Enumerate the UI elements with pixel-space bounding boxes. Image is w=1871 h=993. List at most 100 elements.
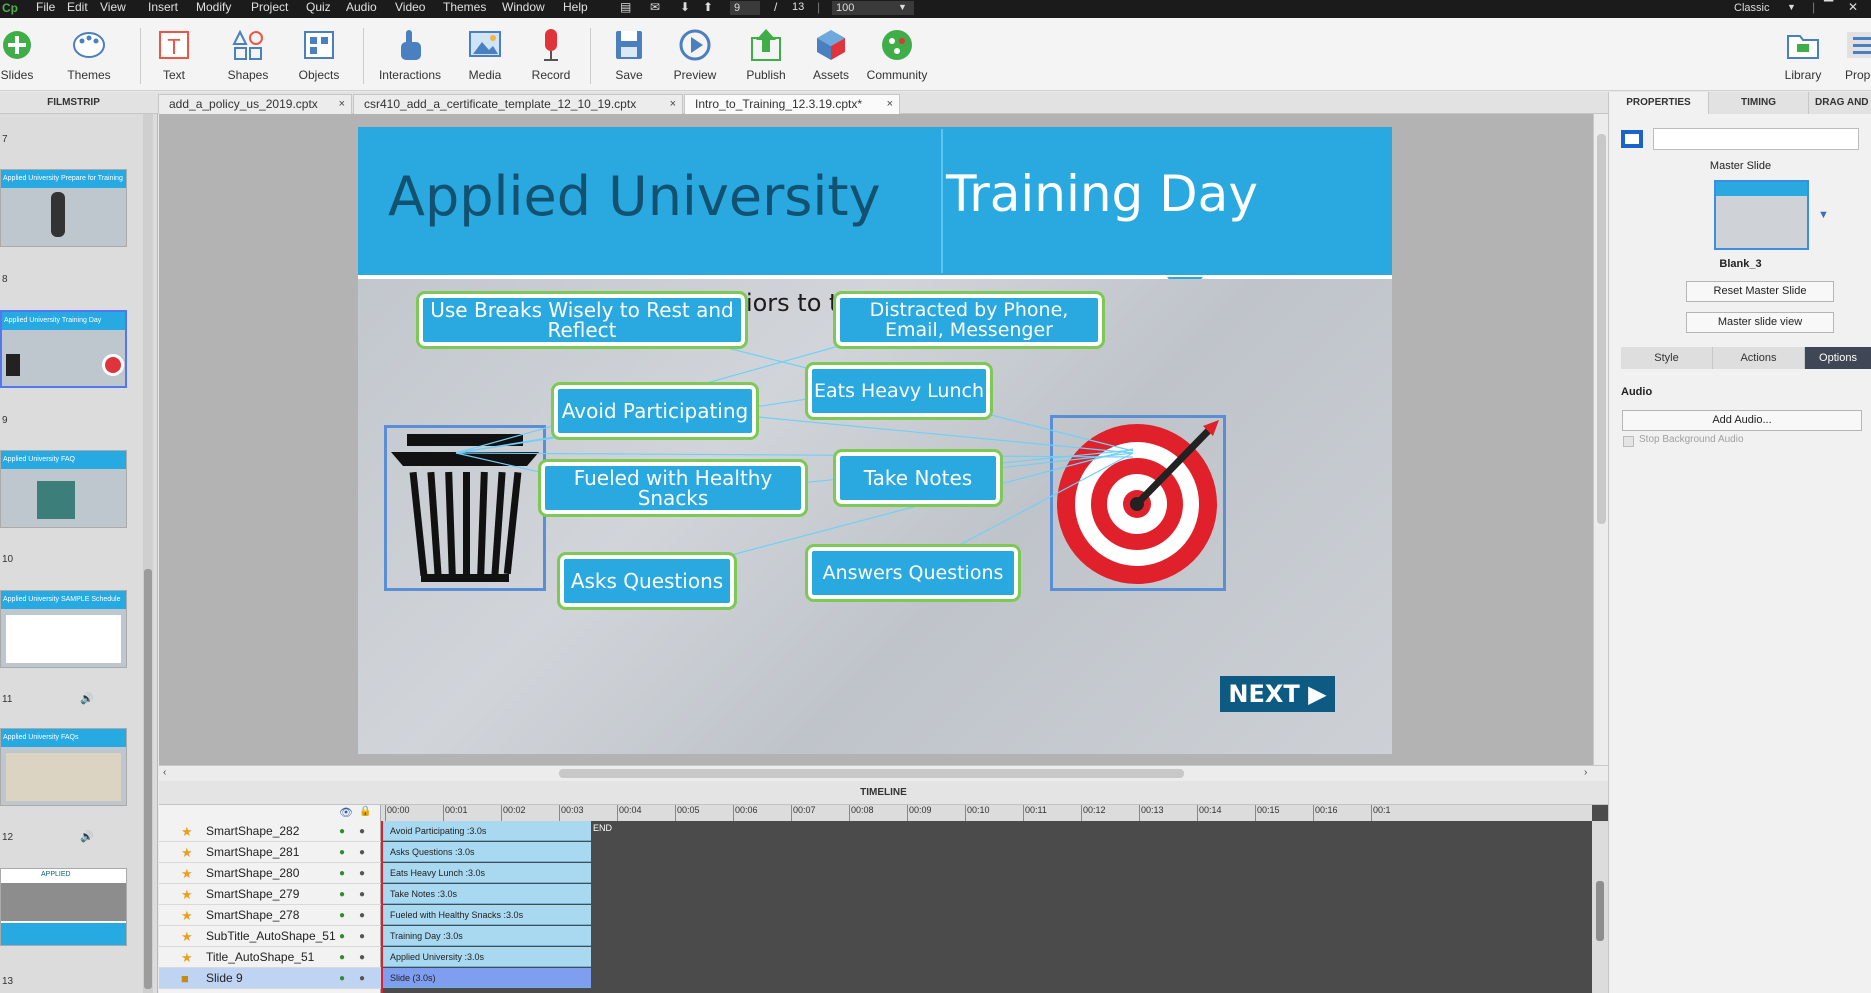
- lock-dot[interactable]: ●: [359, 821, 365, 842]
- scroll-thumb[interactable]: [1597, 134, 1606, 524]
- add-audio-button[interactable]: Add Audio...: [1622, 410, 1862, 431]
- menu-edit[interactable]: Edit: [67, 0, 88, 14]
- down-arrow-icon[interactable]: ⬇: [680, 0, 690, 14]
- shapes-button[interactable]: Shapes: [213, 26, 283, 82]
- timeline-bar[interactable]: Take Notes :3.0s: [381, 884, 591, 904]
- visibility-dot[interactable]: ●: [339, 947, 345, 968]
- stop-bg-audio-checkbox[interactable]: [1623, 436, 1634, 447]
- visibility-dot[interactable]: ●: [339, 884, 345, 905]
- menu-video[interactable]: Video: [395, 0, 425, 14]
- layer-row[interactable]: ★ SubTitle_AutoShape_51 ● ●: [159, 926, 381, 947]
- subtab-style[interactable]: Style: [1621, 347, 1713, 369]
- lock-dot[interactable]: ●: [359, 926, 365, 947]
- drag-item-healthy-snacks[interactable]: Fueled with Healthy Snacks: [538, 459, 808, 517]
- menu-project[interactable]: Project: [251, 0, 288, 14]
- layer-row-selected[interactable]: ■ Slide 9 ● ●: [159, 968, 381, 989]
- close-window-icon[interactable]: ✕: [1848, 0, 1858, 14]
- menu-window[interactable]: Window: [502, 0, 545, 14]
- text-button[interactable]: T Text: [139, 26, 209, 82]
- layer-row[interactable]: ★ SmartShape_282 ● ●: [159, 821, 381, 842]
- lock-icon[interactable]: 🔒: [359, 806, 371, 817]
- themes-button[interactable]: Themes: [54, 26, 124, 82]
- slide-thumbnail-11[interactable]: Applied University SAMPLE Schedule: [0, 590, 127, 668]
- timeline-bar[interactable]: Applied University :3.0s: [381, 947, 591, 967]
- stage-vertical-scrollbar[interactable]: [1593, 114, 1608, 765]
- close-tab-icon[interactable]: ×: [887, 95, 893, 114]
- timeline-bar[interactable]: Training Day :3.0s: [381, 926, 591, 946]
- menu-insert[interactable]: Insert: [148, 0, 178, 14]
- playhead[interactable]: [381, 821, 383, 993]
- scroll-thumb[interactable]: [144, 569, 152, 989]
- drag-item-take-notes[interactable]: Take Notes: [833, 449, 1003, 507]
- scroll-right-icon[interactable]: ›: [1584, 767, 1587, 778]
- objects-button[interactable]: Objects: [284, 26, 354, 82]
- timeline-bar[interactable]: Asks Questions :3.0s: [381, 842, 591, 862]
- visibility-eye-icon[interactable]: 👁: [339, 806, 353, 819]
- drag-item-eats-lunch[interactable]: Eats Heavy Lunch: [805, 362, 993, 420]
- slide-name-input[interactable]: [1653, 128, 1859, 150]
- drag-item-asks-questions[interactable]: Asks Questions: [557, 552, 737, 610]
- slides-button[interactable]: Slides: [0, 26, 52, 82]
- menu-view[interactable]: View: [100, 0, 126, 14]
- layer-row[interactable]: ★ SmartShape_280 ● ●: [159, 863, 381, 884]
- master-slide-view-button[interactable]: Master slide view: [1686, 312, 1834, 333]
- menu-modify[interactable]: Modify: [196, 0, 231, 14]
- timeline-ruler[interactable]: 00:00 00:01 00:02 00:03 00:04 00:05 00:0…: [381, 805, 1592, 821]
- master-slide-thumbnail[interactable]: [1714, 180, 1809, 250]
- layer-row[interactable]: ★ SmartShape_279 ● ●: [159, 884, 381, 905]
- record-button[interactable]: Record: [516, 26, 586, 82]
- lock-dot[interactable]: ●: [359, 863, 365, 884]
- timeline-bar[interactable]: Fueled with Healthy Snacks :3.0s: [381, 905, 591, 925]
- interactions-button[interactable]: Interactions: [375, 26, 445, 82]
- comment-icon[interactable]: ▤: [620, 0, 631, 14]
- timeline-bar[interactable]: Eats Heavy Lunch :3.0s: [381, 863, 591, 883]
- timeline-scrollbar[interactable]: [1592, 821, 1608, 993]
- stage-horizontal-scrollbar[interactable]: ‹ ›: [159, 765, 1608, 781]
- filmstrip-scrollbar[interactable]: [143, 114, 153, 993]
- scroll-left-icon[interactable]: ‹: [163, 767, 166, 778]
- drag-item-answers-questions[interactable]: Answers Questions: [805, 544, 1021, 602]
- reset-master-slide-button[interactable]: Reset Master Slide: [1686, 281, 1834, 302]
- drag-item-avoid-participating[interactable]: Avoid Participating: [551, 382, 759, 440]
- visibility-dot[interactable]: ●: [339, 968, 345, 989]
- save-button[interactable]: Save: [594, 26, 664, 82]
- preview-button[interactable]: Preview: [660, 26, 730, 82]
- drag-item-distracted[interactable]: Distracted by Phone, Email, Messenger: [833, 291, 1105, 349]
- tab-properties[interactable]: PROPERTIES: [1609, 92, 1709, 114]
- doc-tab-policy[interactable]: add_a_policy_us_2019.cptx ×: [158, 94, 352, 114]
- menu-audio[interactable]: Audio: [346, 0, 377, 14]
- mode-caret-icon[interactable]: ▼: [1787, 0, 1796, 14]
- media-button[interactable]: Media: [450, 26, 520, 82]
- slide-thumbnail-8[interactable]: Applied University Prepare for Training: [0, 169, 127, 247]
- timeline-bar[interactable]: Avoid Participating :3.0s: [381, 821, 591, 841]
- master-dropdown-icon[interactable]: ▼: [1818, 209, 1829, 221]
- lock-dot[interactable]: ●: [359, 947, 365, 968]
- menu-file[interactable]: File: [36, 0, 55, 14]
- properties-button[interactable]: Prope: [1826, 26, 1871, 82]
- visibility-dot[interactable]: ●: [339, 905, 345, 926]
- visibility-dot[interactable]: ●: [339, 842, 345, 863]
- doc-tab-intro-training[interactable]: Intro_to_Training_12.3.19.cptx* ×: [684, 94, 900, 114]
- visibility-dot[interactable]: ●: [339, 926, 345, 947]
- scroll-thumb[interactable]: [559, 769, 1184, 778]
- close-tab-icon[interactable]: ×: [339, 95, 345, 114]
- minimize-icon[interactable]: ▔: [1824, 0, 1833, 14]
- assets-button[interactable]: Assets: [796, 26, 866, 82]
- subtab-actions[interactable]: Actions: [1713, 347, 1805, 369]
- slide-thumbnail-10[interactable]: Applied University FAQ: [0, 450, 127, 528]
- visibility-dot[interactable]: ●: [339, 863, 345, 884]
- doc-tab-certificate[interactable]: csr410_add_a_certificate_template_12_10_…: [353, 94, 683, 114]
- visibility-dot[interactable]: ●: [339, 821, 345, 842]
- lock-dot[interactable]: ●: [359, 884, 365, 905]
- publish-button[interactable]: Publish: [731, 26, 801, 82]
- menu-themes[interactable]: Themes: [443, 0, 486, 14]
- mail-icon[interactable]: ✉: [650, 0, 660, 14]
- up-arrow-icon[interactable]: ⬆: [703, 0, 713, 14]
- current-slide-field[interactable]: 9: [730, 1, 760, 15]
- community-button[interactable]: Community: [862, 26, 932, 82]
- tab-drag-and-drop[interactable]: DRAG AND: [1809, 92, 1871, 114]
- lock-dot[interactable]: ●: [359, 905, 365, 926]
- drag-item-use-breaks[interactable]: Use Breaks Wisely to Rest and Reflect: [416, 291, 748, 349]
- slide-thumbnail-12[interactable]: Applied University FAQs: [0, 728, 127, 806]
- slide-thumbnail-9[interactable]: Applied University Training Day: [0, 310, 127, 388]
